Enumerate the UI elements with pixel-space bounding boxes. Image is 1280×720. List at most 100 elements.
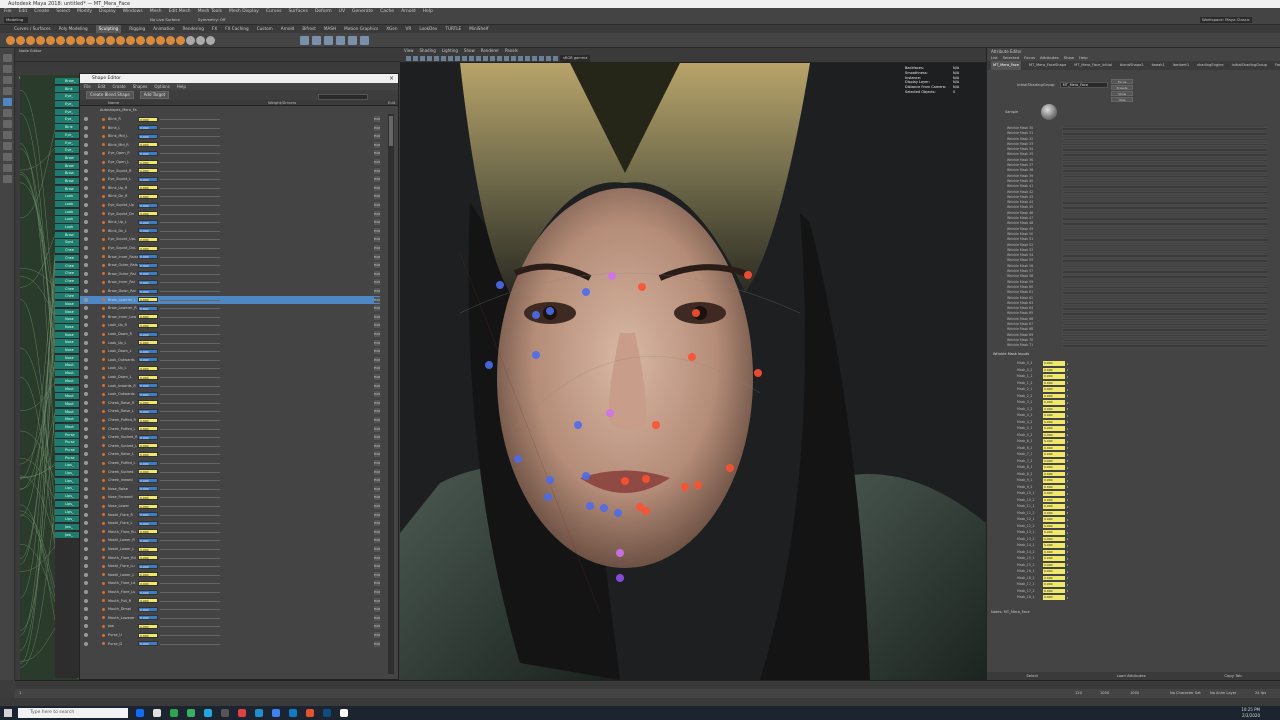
weight-field[interactable]: 0.000	[138, 349, 158, 354]
wrinkle-mask-field[interactable]	[1062, 344, 1267, 348]
wrinkle-mask-field[interactable]	[1062, 323, 1267, 327]
weight-field[interactable]: 0.000	[138, 117, 158, 122]
face-control-dot[interactable]	[606, 409, 614, 417]
menu-mesh-display[interactable]: Mesh Display	[229, 8, 259, 15]
shape-target-row[interactable]: Eye_Squint_UpL 0.000 Edit	[80, 235, 380, 244]
edit-button[interactable]: Edit	[374, 193, 380, 199]
weight-slider[interactable]	[160, 119, 220, 120]
outliner-node[interactable]: Nose	[55, 355, 80, 362]
wrinkle-mask-field[interactable]	[1062, 312, 1267, 316]
weight-slider[interactable]	[160, 454, 220, 455]
visibility-icon[interactable]	[84, 435, 88, 439]
weight-slider[interactable]	[160, 291, 220, 292]
weight-slider[interactable]	[160, 429, 220, 430]
visibility-icon[interactable]	[84, 564, 88, 568]
wrinkle-mask-field[interactable]	[1062, 265, 1267, 269]
wrinkle-input-slider[interactable]	[1067, 402, 1068, 404]
menu-mesh[interactable]: Mesh	[150, 8, 162, 15]
shape-target-row[interactable]: Mouth_Lowerer 0.000 Edit	[80, 614, 380, 623]
weight-slider[interactable]	[160, 343, 220, 344]
visibility-icon[interactable]	[84, 547, 88, 551]
wrinkle-input-value[interactable]: 0.000	[1043, 569, 1065, 574]
weight-slider[interactable]	[160, 644, 220, 645]
shape-target-row[interactable]: Cheek_Sucked_L 0.000 Edit	[80, 442, 380, 451]
weight-slider[interactable]	[160, 411, 220, 412]
face-control-dot[interactable]	[532, 311, 540, 319]
menu-uv[interactable]: UV	[339, 8, 345, 15]
viewport-tool-icon[interactable]	[406, 56, 411, 61]
wrinkle-mask-field[interactable]	[1062, 222, 1267, 226]
shape-target-row[interactable]: Brow_Inner_Rai 0.000 Edit	[80, 278, 380, 287]
sculpt-brush-icon[interactable]	[56, 36, 65, 45]
visibility-icon[interactable]	[84, 169, 88, 173]
edit-button[interactable]: Edit	[374, 365, 380, 371]
wrinkle-input-value[interactable]: 0.000	[1043, 524, 1065, 529]
shape-list-scrollbar[interactable]	[388, 114, 394, 674]
wrinkle-input-slider[interactable]	[1067, 551, 1068, 553]
attr-tab[interactable]: blendShape1	[1120, 61, 1144, 70]
outliner-node[interactable]: Mout	[55, 386, 80, 393]
outliner-node[interactable]: Lips_	[55, 509, 80, 516]
shelf-tab-sculpting[interactable]: Sculpting	[96, 25, 122, 33]
weight-slider[interactable]	[160, 480, 220, 481]
wrinkle-input-value[interactable]: 0.000	[1043, 426, 1065, 431]
visibility-icon[interactable]	[84, 409, 88, 413]
edit-button[interactable]: Edit	[374, 211, 380, 217]
weight-slider[interactable]	[160, 626, 220, 627]
outliner-node[interactable]: Nose	[55, 324, 80, 331]
wrinkle-mask-field[interactable]	[1062, 127, 1267, 131]
shape-target-row[interactable]: Cheek_Inward 0.000 Edit	[80, 476, 380, 485]
shape-target-row[interactable]: Look_Inwards_R 0.000 Edit	[80, 382, 380, 391]
weight-slider[interactable]	[160, 317, 220, 318]
wrinkle-mask-field[interactable]	[1062, 143, 1267, 147]
face-control-dot[interactable]	[681, 483, 689, 491]
weight-slider[interactable]	[160, 394, 220, 395]
outliner-node[interactable]: Look	[55, 209, 80, 216]
edit-button[interactable]: Edit	[374, 331, 380, 337]
wrinkle-input-value[interactable]: 0.000	[1043, 368, 1065, 373]
weight-field[interactable]: 0.000	[138, 151, 158, 156]
weight-slider[interactable]	[160, 205, 220, 206]
attr-tab[interactable]: initialShadingGroup	[1232, 61, 1267, 70]
wrinkle-input-slider[interactable]	[1067, 545, 1068, 547]
wrinkle-mask-field[interactable]	[1062, 175, 1267, 179]
visibility-icon[interactable]	[84, 504, 88, 508]
weight-field[interactable]: 0.000	[138, 340, 158, 345]
taskbar-app-icon[interactable]	[204, 709, 212, 717]
wrinkle-mask-field[interactable]	[1062, 191, 1267, 195]
outliner-node[interactable]: Chee	[55, 255, 80, 262]
wrinkle-input-value[interactable]: 0.000	[1043, 446, 1065, 451]
wrinkle-input-slider[interactable]	[1067, 597, 1068, 599]
visibility-icon[interactable]	[84, 366, 88, 370]
wrinkle-mask-field[interactable]	[1062, 281, 1267, 285]
shelf-tab-bifrost[interactable]: Bifrost	[302, 25, 316, 33]
shape-search-input[interactable]	[318, 94, 368, 100]
weight-slider[interactable]	[160, 162, 220, 163]
weight-slider[interactable]	[160, 171, 220, 172]
shape-target-row[interactable]: Eye_Squint_Dn 0.000 Edit	[80, 210, 380, 219]
edit-button[interactable]: Edit	[374, 417, 380, 423]
visibility-icon[interactable]	[84, 590, 88, 594]
wrinkle-mask-field[interactable]	[1062, 238, 1267, 242]
weight-field[interactable]: 0.000	[138, 375, 158, 380]
weight-slider[interactable]	[160, 618, 220, 619]
face-control-dot[interactable]	[638, 283, 646, 291]
taskbar-app-icon[interactable]	[238, 709, 246, 717]
visibility-icon[interactable]	[84, 616, 88, 620]
wrinkle-mask-field[interactable]	[1062, 159, 1267, 163]
sculpt-brush-icon[interactable]	[86, 36, 95, 45]
wrinkle-input-slider[interactable]	[1067, 434, 1068, 436]
menu-surfaces[interactable]: Surfaces	[288, 8, 308, 15]
visibility-icon[interactable]	[84, 220, 88, 224]
wrinkle-input-slider[interactable]	[1067, 415, 1068, 417]
shelf-tool-icon[interactable]	[360, 36, 369, 45]
edit-button[interactable]: Edit	[374, 426, 380, 432]
weight-slider[interactable]	[160, 368, 220, 369]
weight-slider[interactable]	[160, 334, 220, 335]
face-control-dot[interactable]	[582, 288, 590, 296]
shelf-tab-mash[interactable]: MASH	[324, 25, 336, 33]
outliner-node[interactable]: Look	[55, 201, 80, 208]
wrinkle-input-slider[interactable]	[1067, 376, 1068, 378]
viewport-tool-icon[interactable]	[427, 56, 432, 61]
edit-button[interactable]: Edit	[374, 176, 380, 182]
